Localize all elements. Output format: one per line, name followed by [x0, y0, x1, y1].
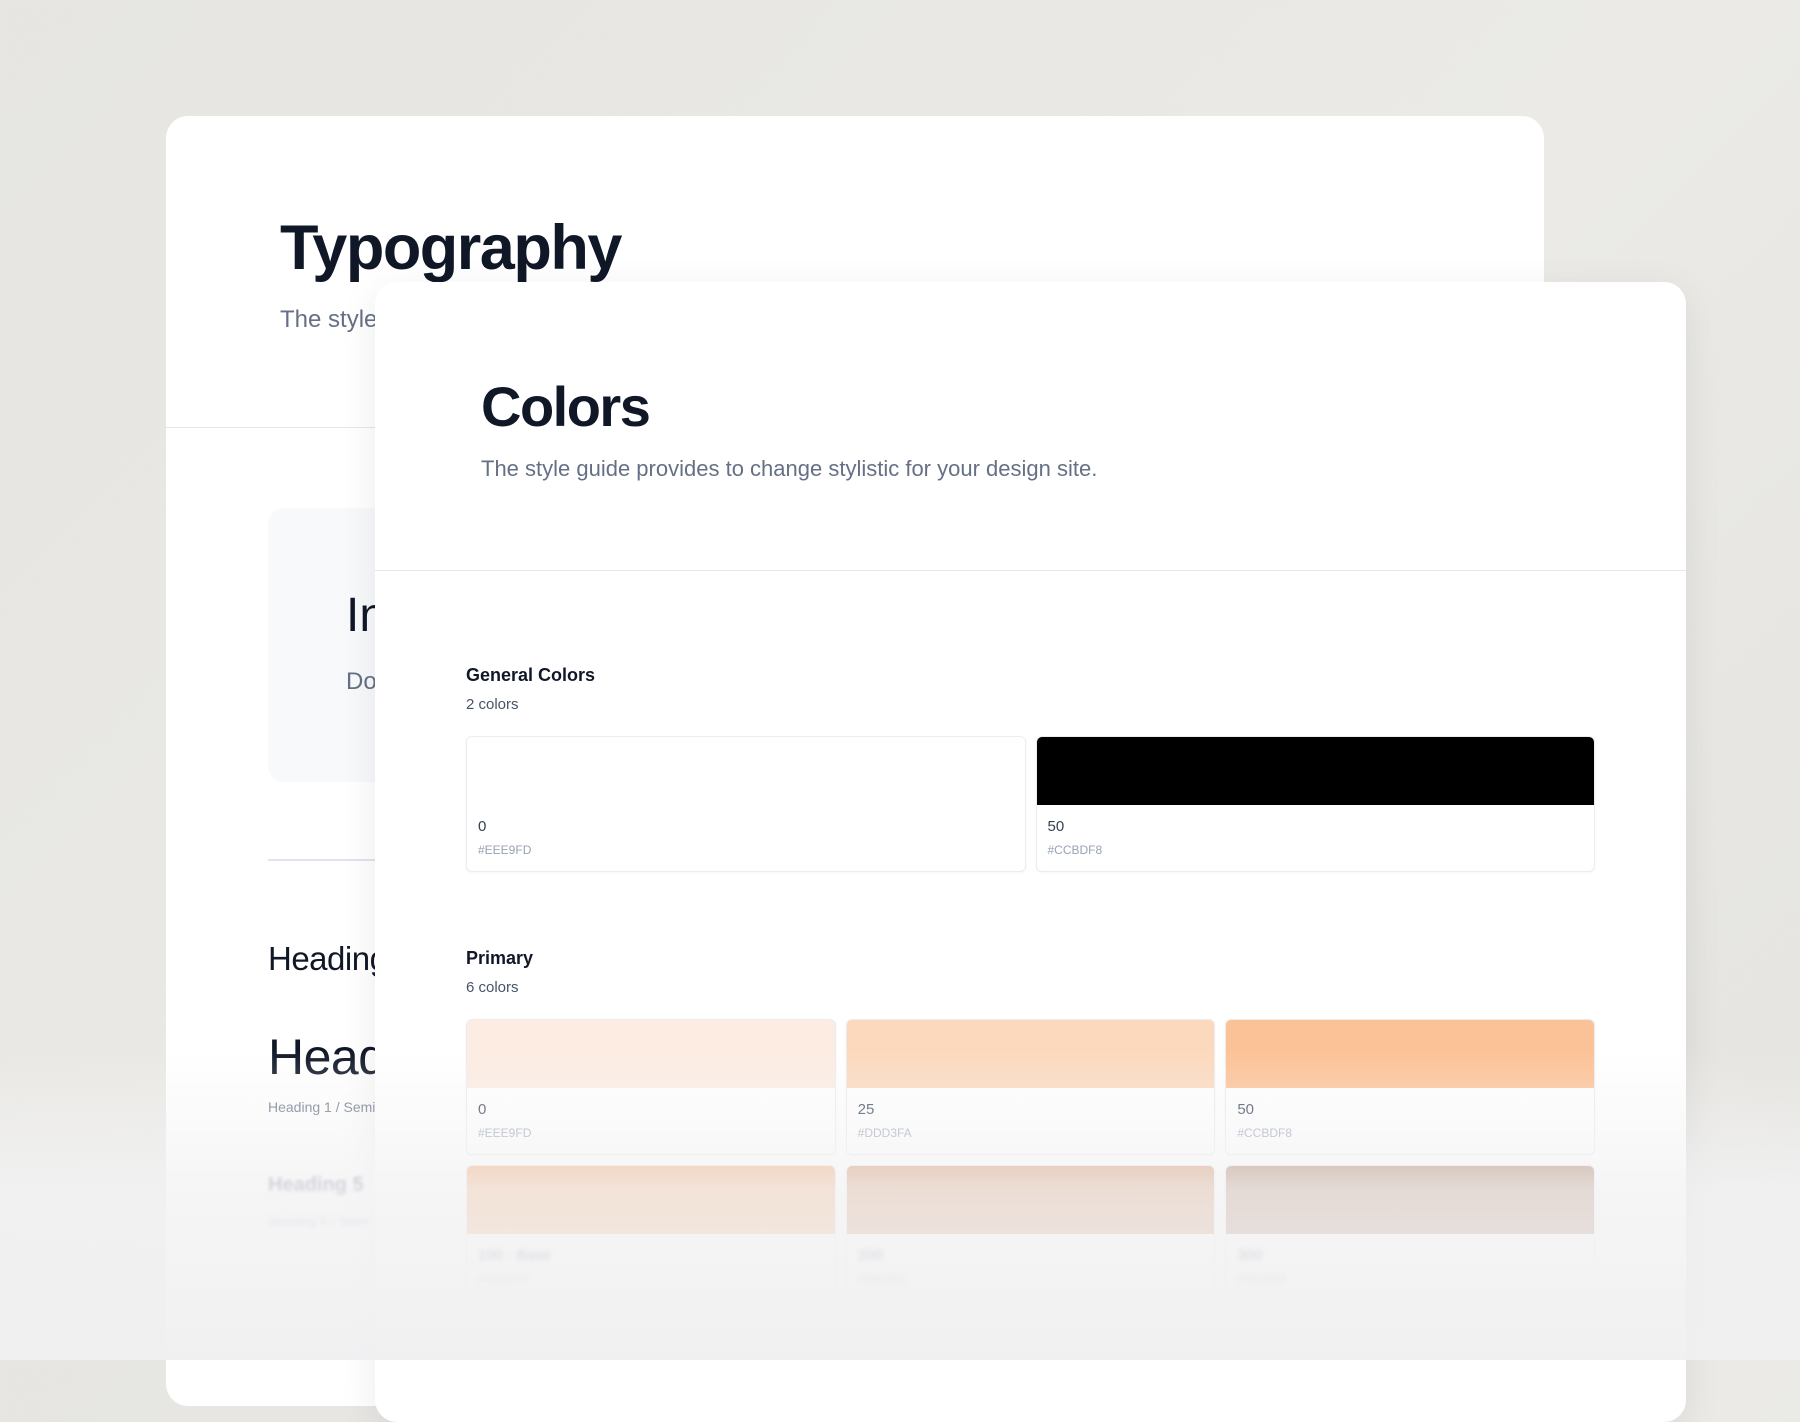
color-swatch[interactable]: 0 #EEE9FD: [466, 1019, 836, 1155]
color-swatch[interactable]: 100 - Base #AA91F3: [466, 1165, 836, 1301]
general-colors-section: General Colors 2 colors 0 #EEE9FD 50 #CC…: [466, 665, 1595, 872]
swatch-info: 25 #DDD3FA: [847, 1088, 1215, 1140]
primary-colors-section: Primary 6 colors 0 #EEE9FD 25 #DDD3FA 50…: [466, 948, 1595, 1301]
swatch-label: 50: [1237, 1101, 1255, 1118]
colors-header: Colors The style guide provides to chang…: [375, 282, 1686, 571]
heading-1-sample: Head: [268, 1029, 386, 1085]
swatch-info: 300 #6638E9: [1226, 1234, 1594, 1286]
color-swatch[interactable]: 300 #6638E9: [1225, 1165, 1595, 1301]
swatch-color-fill: [1226, 1020, 1594, 1088]
style-guide-showcase: Typography The style In Do Heading Head …: [0, 0, 1800, 1422]
section-title: Primary: [466, 948, 534, 968]
section-title: General Colors: [466, 665, 596, 685]
swatch-grid: 0 #EEE9FD 50 #CCBDF8: [466, 736, 1595, 872]
swatch-color-fill: [846, 1166, 1215, 1234]
swatch-color-fill: [1036, 737, 1594, 805]
swatch-label: 100 - Base: [478, 1247, 551, 1264]
swatch-color-fill: [467, 1020, 835, 1088]
color-swatch[interactable]: 25 #DDD3FA: [845, 1019, 1216, 1155]
color-swatch[interactable]: 0 #EEE9FD: [466, 736, 1026, 872]
swatch-grid: 0 #EEE9FD 25 #DDD3FA 50 #CCBDF8 100 - Ba…: [466, 1019, 1595, 1301]
swatch-hex: #CCBDF8: [1237, 1126, 1293, 1140]
section-count: 6 colors: [466, 979, 519, 996]
swatch-hex: #8864EE: [857, 1272, 908, 1286]
headings-section-title: Heading: [268, 940, 388, 977]
swatch-color-fill: [846, 1020, 1215, 1088]
color-swatch[interactable]: 200 #8864EE: [845, 1165, 1216, 1301]
swatch-hex: #6638E9: [1237, 1272, 1286, 1286]
swatch-color-fill: [1226, 1166, 1594, 1234]
swatch-label: 25: [857, 1101, 875, 1118]
swatch-label: 300: [1237, 1247, 1263, 1264]
swatch-info: 50 #CCBDF8: [1226, 1088, 1594, 1140]
swatch-hex: #EEE9FD: [478, 1126, 532, 1140]
heading-5-sample: Heading 5: [268, 1174, 364, 1196]
colors-title: Colors: [481, 375, 651, 438]
swatch-hex: #EEE9FD: [478, 843, 532, 857]
swatch-info: 0 #EEE9FD: [467, 805, 1025, 857]
swatch-label: 0: [478, 818, 487, 835]
heading-5-meta: Heading 5 / Semi: [268, 1214, 368, 1229]
section-count: 2 colors: [466, 696, 519, 713]
heading-1-meta: Heading 1 / Semib: [268, 1099, 384, 1115]
color-swatch[interactable]: 50 #CCBDF8: [1035, 736, 1595, 872]
swatch-info: 100 - Base #AA91F3: [467, 1234, 835, 1286]
colors-card: Colors The style guide provides to chang…: [375, 282, 1686, 1422]
typography-title: Typography: [280, 213, 622, 283]
colors-subtitle: The style guide provides to change styli…: [481, 456, 1098, 481]
swatch-color-fill: [467, 1166, 835, 1234]
swatch-info: 200 #8864EE: [847, 1234, 1215, 1286]
swatch-info: 50 #CCBDF8: [1037, 805, 1595, 857]
swatch-label: 200: [857, 1247, 883, 1264]
color-swatch[interactable]: 50 #CCBDF8: [1225, 1019, 1595, 1155]
swatch-hex: #AA91F3: [478, 1272, 529, 1286]
swatch-label: 0: [478, 1101, 487, 1118]
swatch-hex: #CCBDF8: [1047, 843, 1103, 857]
typography-subtitle: The style: [280, 306, 378, 333]
swatch-hex: #DDD3FA: [857, 1126, 912, 1140]
font-family-description: Do: [346, 668, 377, 695]
swatch-color-fill: [467, 737, 1025, 805]
swatch-label: 50: [1047, 818, 1065, 835]
swatch-info: 0 #EEE9FD: [467, 1088, 835, 1140]
